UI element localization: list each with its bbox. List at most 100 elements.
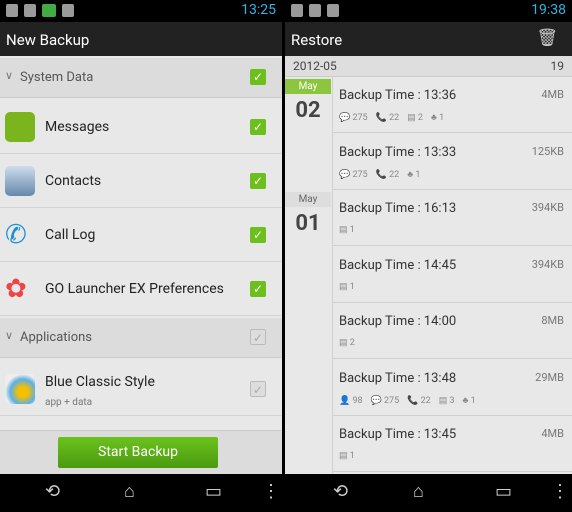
backup-time: Backup Time : 14:00 (339, 314, 457, 329)
backup-stat: 💬 275 (339, 169, 368, 180)
list-item-messages[interactable]: Messages ✓ (0, 100, 282, 154)
menu-icon[interactable]: ⋮ (551, 481, 569, 502)
backup-stat: 💬 275 (370, 395, 400, 406)
backup-time: Backup Time : 13:33 (339, 144, 457, 160)
item-checkbox[interactable]: ✓ (250, 381, 266, 397)
section-applications[interactable]: ∨ Applications ✓ (0, 318, 282, 358)
backup-size: 29MB (535, 370, 564, 384)
android-icon (291, 4, 303, 17)
backup-size: 4MB (541, 427, 564, 440)
page-title: New Backup (0, 22, 282, 56)
date-day: 02 (295, 98, 321, 123)
new-backup-screen: 13:25 New Backup ∨ System Data ✓ Messages ✓… (0, 0, 282, 512)
restore-screen: 19:38 Restore 🗑 2012-05 19 May 02 May 01 Bac… (285, 0, 572, 512)
list-item-go-launcher-ex-preferences[interactable]: ✿ GO Launcher EX Preferences ✓ (0, 262, 282, 316)
backup-time: Backup Time : 13:48 (339, 370, 457, 386)
android-icon (6, 4, 18, 17)
backup-stats: ▤ 1 (339, 225, 363, 235)
item-sublabel: app + data (45, 397, 93, 408)
item-label: GO Launcher EX Preferences (45, 281, 224, 297)
page-title: Restore 🗑 (285, 22, 572, 56)
backup-stats: 💬 275 📞 22 ♣ 1 (339, 169, 428, 180)
recents-icon[interactable]: ▭ (495, 481, 512, 502)
status-time: 19:38 (531, 2, 566, 18)
backup-stats: ▤ 2 (339, 338, 363, 348)
backup-stat: ▤ 1 (339, 281, 355, 292)
backup-item[interactable]: Backup Time : 14:00 8MB ▤ 2 (333, 303, 572, 359)
recents-icon[interactable]: ▭ (205, 481, 222, 502)
date-badge: May 01 (285, 192, 331, 236)
backup-size: 4MB (541, 88, 564, 101)
item-label: Call Log (45, 227, 96, 243)
home-icon[interactable]: ⌂ (124, 481, 135, 502)
backup-item[interactable]: Backup Time : 13:33 125KB 💬 275 📞 22 ♣ 1 (333, 134, 572, 190)
bottom-bar: Start Backup (0, 430, 282, 474)
backup-size: 394KB (531, 201, 564, 214)
backup-time: Backup Time : 14:45 (339, 257, 457, 273)
trash-icon[interactable]: 🗑 (536, 28, 558, 48)
back-icon[interactable]: ⟲ (45, 481, 60, 502)
backup-stat: ▤ 2 (339, 338, 355, 348)
list-item-blue-classic-style[interactable]: Blue Classic Style app + data ✓ (0, 362, 282, 416)
section-label: System Data (20, 70, 94, 85)
back-icon[interactable]: ⟲ (333, 481, 348, 502)
backup-stat: 👤 98 (339, 395, 363, 406)
nav-bar: ⟲ ⌂ ▭ ⋮ (0, 474, 282, 512)
backup-size: 125KB (531, 144, 564, 158)
backup-stat: 📞 22 (375, 113, 400, 123)
backup-stat: ▤ 1 (339, 225, 355, 235)
title-text: Restore (291, 31, 343, 49)
item-checkbox[interactable]: ✓ (250, 119, 266, 135)
contacts-icon (5, 166, 35, 196)
backup-stat: 📞 22 (375, 169, 400, 180)
backup-stats: 👤 98 💬 275 📞 22 ▤ 3 ♣ 1 (339, 395, 484, 406)
item-checkbox[interactable]: ✓ (250, 173, 266, 189)
image-icon (62, 4, 74, 17)
messages-icon (5, 112, 35, 142)
date-month: May (285, 79, 331, 94)
item-label: Contacts (45, 173, 102, 189)
item-label: Messages (45, 119, 110, 135)
backup-stat: ▤ 3 (438, 395, 455, 406)
start-backup-button[interactable]: Start Backup (58, 437, 218, 468)
chevron-down-icon: ∨ (5, 69, 14, 82)
home-icon[interactable]: ⌂ (413, 481, 424, 502)
backup-stats: ▤ 1 (339, 451, 363, 461)
menu-icon[interactable]: ⋮ (262, 481, 280, 502)
backup-count: 19 (550, 59, 565, 73)
backup-item[interactable]: Backup Time : 13:45 4MB ▤ 1 (333, 416, 572, 472)
nav-bar: ⟲ ⌂ ▭ ⋮ (285, 474, 572, 512)
backup-stat: ♣ 1 (430, 113, 445, 123)
backup-stat: ▤ 1 (339, 451, 355, 461)
go-launcher-icon: ✿ (5, 274, 27, 304)
backup-time: Backup Time : 13:36 (339, 88, 457, 103)
backup-item[interactable]: Backup Time : 13:36 4MB 💬 275 📞 22 ▤ 2 ♣ 1 (333, 77, 572, 133)
status-bar: 13:25 (0, 0, 282, 22)
backup-stats: ▤ 1 (339, 282, 363, 292)
item-checkbox[interactable]: ✓ (250, 227, 266, 243)
backup-time: Backup Time : 13:45 (339, 427, 457, 442)
backup-item[interactable]: Backup Time : 16:13 394KB ▤ 1 (333, 190, 572, 246)
backup-size: 8MB (541, 314, 564, 327)
section-system-data[interactable]: ∨ System Data ✓ (0, 58, 282, 98)
phone-icon: ✆ (5, 220, 27, 250)
month-header: 2012-05 19 (285, 56, 572, 77)
list-item-call-log[interactable]: ✆ Call Log ✓ (0, 208, 282, 262)
backup-stat: ♣ 1 (462, 395, 476, 406)
item-label: Blue Classic Style (45, 374, 155, 390)
section-label: Applications (20, 330, 92, 345)
applications-checkbox[interactable]: ✓ (250, 329, 266, 345)
usb-icon (24, 4, 36, 17)
backup-item[interactable]: Backup Time : 14:45 394KB ▤ 1 (333, 247, 572, 303)
list-item-contacts[interactable]: Contacts ✓ (0, 154, 282, 208)
weather-app-icon (5, 374, 35, 404)
usb-icon (309, 4, 321, 17)
date-badge: May 02 (285, 79, 331, 123)
backup-stats: 💬 275 📞 22 ▤ 2 ♣ 1 (339, 112, 452, 123)
backup-stat: 📞 22 (407, 395, 431, 406)
backup-item[interactable]: Backup Time : 13:48 29MB 👤 98 💬 275 📞 22 ▤ 3 ♣… (333, 360, 572, 416)
date-day: 01 (295, 211, 321, 236)
backup-time: Backup Time : 16:13 (339, 201, 457, 216)
system-data-checkbox[interactable]: ✓ (250, 69, 266, 85)
item-checkbox[interactable]: ✓ (250, 281, 266, 297)
